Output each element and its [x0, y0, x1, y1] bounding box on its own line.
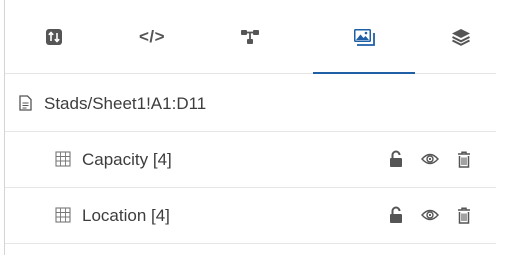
- swap-vertical-icon: [46, 28, 62, 45]
- tab-code[interactable]: </>: [103, 0, 201, 73]
- code-icon: </>: [138, 26, 166, 46]
- tab-layers[interactable]: [425, 0, 496, 73]
- table-icon: [55, 207, 71, 223]
- trash-icon: [458, 150, 470, 168]
- lock-button[interactable]: [385, 148, 407, 170]
- data-source-row[interactable]: Stads/Sheet1!A1:D11: [5, 74, 496, 132]
- table-icon: [55, 151, 71, 167]
- lock-icon: [390, 206, 402, 223]
- layer-row[interactable]: Location [4]: [5, 188, 496, 244]
- layer-row[interactable]: Capacity [4]: [5, 132, 496, 188]
- file-icon: [19, 95, 32, 111]
- tab-bar: </>: [5, 0, 496, 74]
- lock-icon: [390, 150, 402, 167]
- layers-icon: [451, 28, 470, 46]
- trash-icon: [458, 206, 470, 224]
- tab-diagram[interactable]: [201, 0, 299, 73]
- image-icon: [354, 28, 375, 46]
- data-source-label: Stads/Sheet1!A1:D11: [44, 94, 207, 113]
- sitemap-icon: [241, 29, 259, 44]
- delete-button[interactable]: [453, 204, 475, 226]
- eye-icon: [421, 153, 439, 165]
- lock-button[interactable]: [385, 204, 407, 226]
- layers-panel: </> Stads/Sheet1!A1:D11 Capacity [4] Loc…: [5, 0, 496, 255]
- tab-swap[interactable]: [5, 0, 103, 73]
- layer-label: Capacity [4]: [82, 150, 172, 169]
- delete-button[interactable]: [453, 148, 475, 170]
- eye-icon: [421, 209, 439, 221]
- visibility-button[interactable]: [419, 148, 441, 170]
- layer-label: Location [4]: [82, 206, 170, 225]
- visibility-button[interactable]: [419, 204, 441, 226]
- tab-image[interactable]: [313, 0, 415, 74]
